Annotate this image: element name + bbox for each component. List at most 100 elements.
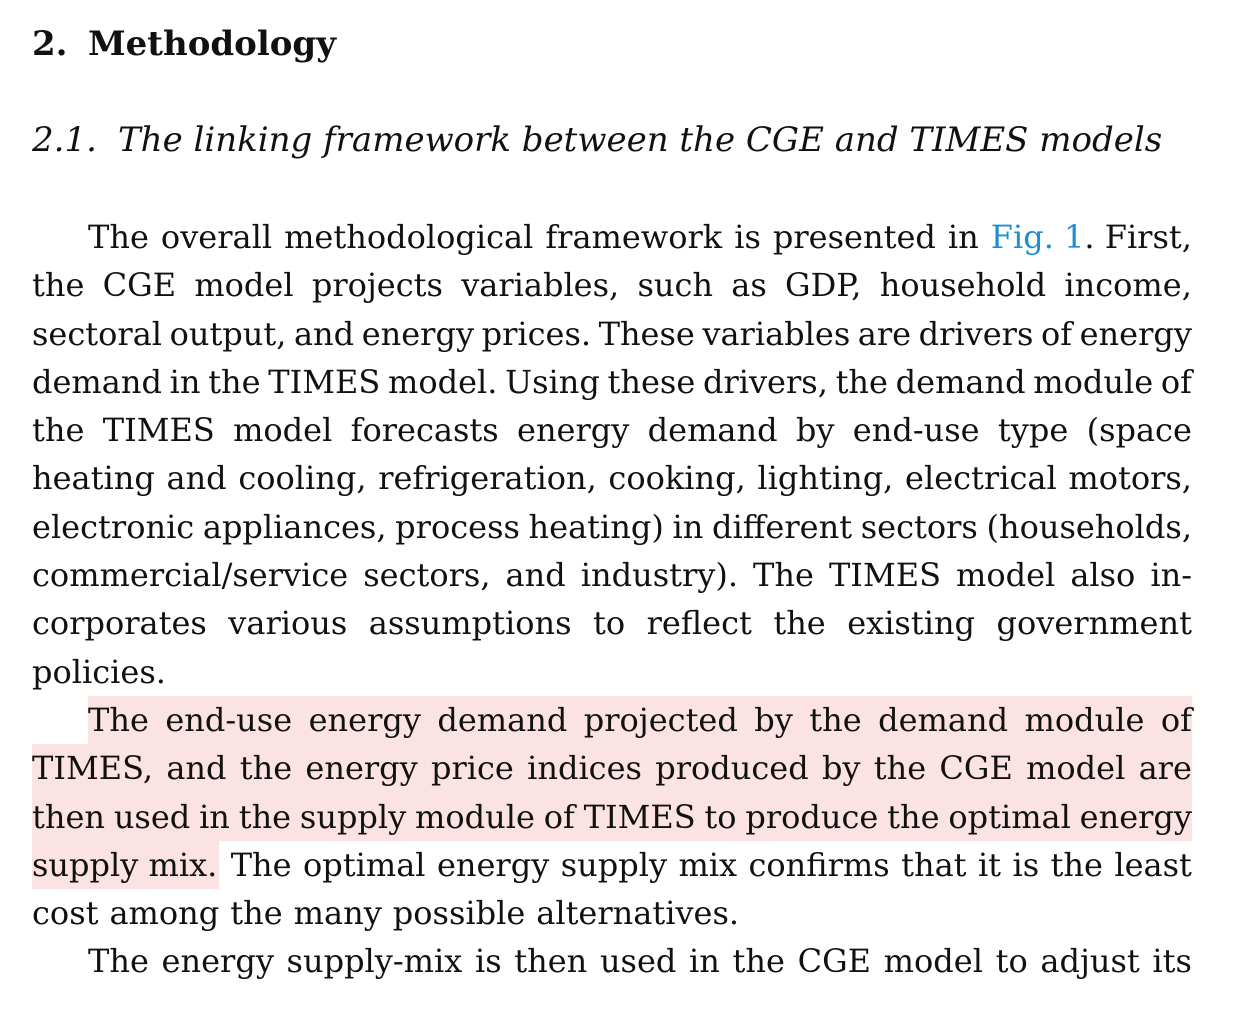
word: it [977, 845, 1002, 884]
text-line: sectoral output, and energy prices. Thes… [32, 310, 1192, 358]
word: refrigeration, [378, 459, 597, 498]
word: These [598, 314, 695, 353]
word: process [395, 507, 520, 546]
word: existing [847, 604, 976, 643]
word: energy [361, 314, 475, 353]
word: end-use [852, 411, 980, 450]
word: in [947, 218, 979, 256]
word: TIMES, [32, 749, 154, 788]
word: TIMES [268, 362, 381, 401]
word: assumptions [368, 604, 572, 643]
word: energy [305, 749, 418, 788]
word: demand [895, 362, 1026, 401]
word: to [704, 797, 737, 836]
word: The [230, 845, 292, 884]
word: framework [545, 218, 723, 256]
word: electronic [32, 507, 195, 546]
word: energy [1079, 314, 1192, 353]
word: industry). [580, 556, 738, 595]
word: projected [583, 700, 738, 739]
text-line: then used in the supply module of TIMES … [32, 792, 1192, 841]
word: sectors, [363, 556, 491, 595]
word: TIMES [828, 556, 941, 595]
word: model [883, 942, 983, 981]
word: commercial/service [32, 556, 349, 595]
word: the [32, 411, 85, 450]
word: its [1152, 942, 1192, 981]
word: mix. [148, 845, 218, 884]
word: optimal [948, 797, 1071, 836]
word: the [230, 894, 283, 933]
word: Using [505, 362, 600, 401]
word: energy [1079, 797, 1192, 836]
word: the [773, 604, 826, 643]
text-line: The overall methodological framework is … [32, 213, 1192, 261]
word: The [753, 556, 814, 595]
section-heading: 2. Methodology [32, 20, 336, 68]
word: model. [387, 362, 498, 401]
word: is [734, 218, 761, 256]
body-text: The overall methodological framework is … [32, 213, 1192, 986]
word: drivers, [702, 362, 828, 401]
word: the [32, 266, 85, 305]
word: model [1026, 749, 1126, 788]
word: reflect [646, 604, 752, 643]
word: demand [437, 700, 568, 739]
word: also [1070, 556, 1136, 595]
highlight: The end-use energy demand projected by t… [88, 695, 1192, 745]
word: (space [1086, 411, 1192, 450]
figure-link[interactable]: Fig. 1 [991, 218, 1085, 256]
word: government [996, 604, 1192, 643]
word: end-use [165, 700, 293, 739]
word: used [113, 797, 191, 836]
text-line: corporates various assumptions to reflec… [32, 599, 1192, 647]
word: . First, [1084, 218, 1192, 256]
paragraph: The energy supply-mix is then used in th… [32, 937, 1192, 985]
word: the [732, 942, 785, 981]
highlight: supply mix. [32, 840, 220, 890]
word: adjust [1040, 942, 1140, 981]
word: the [873, 749, 927, 788]
word: supply-mix [286, 942, 463, 981]
word: model [233, 411, 333, 450]
word: the [887, 797, 940, 836]
word: overall [160, 218, 273, 256]
word: motors, [1068, 459, 1192, 498]
word: the [208, 362, 261, 401]
word: different [711, 507, 853, 546]
text-line: The energy supply-mix is then used in th… [32, 937, 1192, 985]
word: of [1040, 314, 1073, 353]
text-line: cost among the many possible alternative… [32, 889, 1192, 937]
word: lighting, [757, 459, 894, 498]
word: (households, [986, 507, 1192, 546]
word: in [689, 942, 720, 981]
word: mix [678, 845, 738, 884]
subsection-heading: 2.1. The linking framework between the CG… [32, 116, 1162, 164]
word: cooking, [608, 459, 746, 498]
word: many [293, 894, 382, 933]
word: in [169, 362, 201, 401]
word: confirms [748, 845, 890, 884]
word: cost [32, 894, 99, 933]
word: TIMES [102, 411, 215, 450]
text-line: the TIMES model forecasts energy demand … [32, 406, 1192, 454]
word: to [995, 942, 1028, 981]
word: variables, [461, 266, 620, 305]
word: energy [517, 411, 630, 450]
subsection-title: The linking framework between the CGE an… [118, 120, 1163, 160]
text-line: supply mix. The optimal energy supply mi… [32, 840, 1192, 890]
word: and [505, 556, 566, 595]
word: is [1012, 845, 1040, 884]
word: produce [745, 797, 879, 836]
word: module [1033, 362, 1154, 401]
word: price [430, 749, 514, 788]
word: demand [878, 700, 1009, 739]
word: as [731, 266, 767, 305]
word: of [1160, 362, 1192, 401]
section-number: 2. [32, 24, 68, 64]
word: methodological [284, 218, 534, 256]
word: supply [299, 797, 407, 836]
word: model [194, 266, 294, 305]
word: presented [772, 218, 936, 256]
word: The [88, 942, 149, 981]
